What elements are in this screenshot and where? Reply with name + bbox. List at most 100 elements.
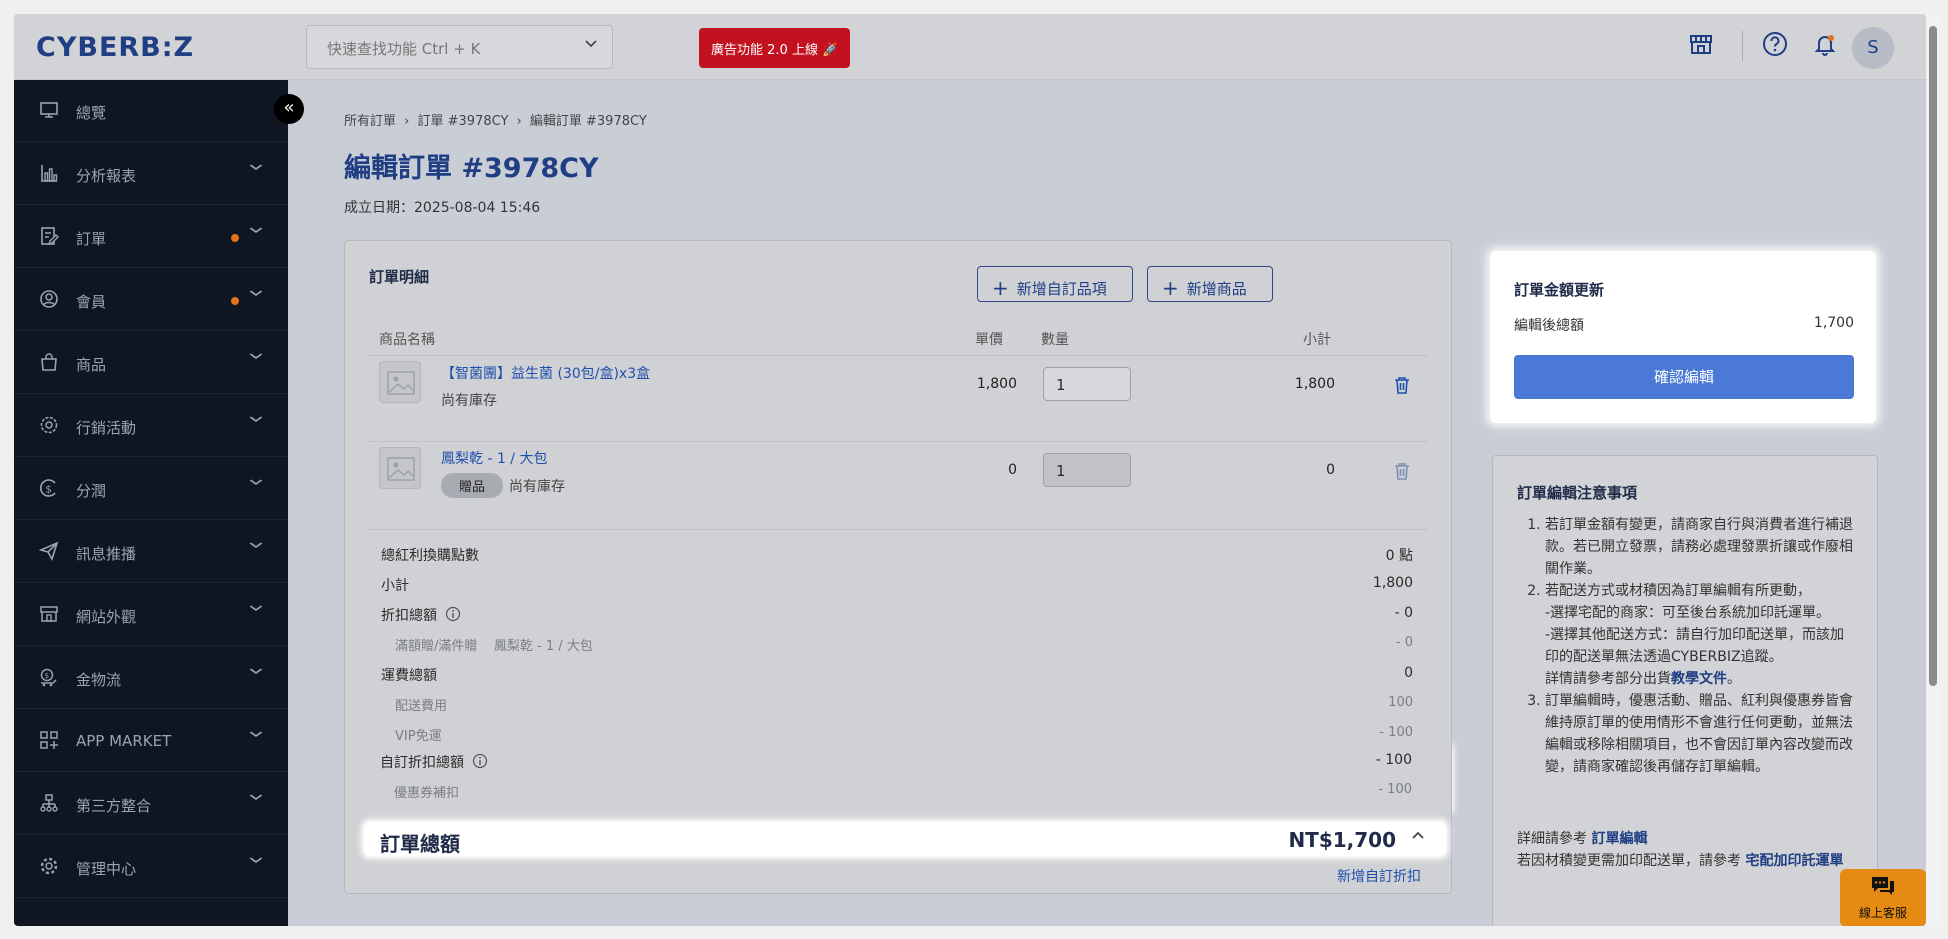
online-support-button[interactable]: 線上客服 <box>1840 869 1926 926</box>
breadcrumb-current: 編輯訂單 #3978CY <box>529 114 647 129</box>
search-placeholder: 快速查找功能 Ctrl + K <box>327 40 481 58</box>
quantity-input[interactable]: 1 <box>1043 367 1131 401</box>
trash-icon[interactable] <box>1393 375 1411 395</box>
add-custom-item-button[interactable]: + 新增自訂品項 <box>977 266 1133 302</box>
order-amount-update-card: 訂單金額更新 編輯後總額 1,700 確認編輯 <box>1490 251 1876 423</box>
add-custom-item-label: 新增自訂品項 <box>1016 280 1107 298</box>
bell-icon[interactable] <box>1808 30 1842 64</box>
custom-discount-label: 自訂折扣總額 <box>380 755 464 771</box>
add-product-label: 新增商品 <box>1186 280 1247 298</box>
product-thumbnail <box>379 361 421 403</box>
sidebar-item[interactable]: 行銷活動 <box>14 395 288 457</box>
sidebar-item[interactable]: $ 分潤 <box>14 458 288 520</box>
sidebar-item[interactable]: 分析報表 <box>14 143 288 205</box>
chevron-down-icon <box>248 791 265 807</box>
tutorial-doc-link[interactable]: 教學文件 <box>1671 671 1727 687</box>
top-bar: CYBERB:Z 快速查找功能 Ctrl + K 廣告功能 2.0 上線 🚀 S <box>14 14 1926 80</box>
help-icon[interactable] <box>1758 30 1792 64</box>
cyberbiz-logo[interactable]: CYBERB:Z <box>36 32 194 63</box>
note-text: -選擇宅配的商家：可至後台系統加印託運單。 <box>1545 605 1831 621</box>
order-total-bar[interactable]: 訂單總額 NT$1,700 <box>364 822 1446 856</box>
unit-price: 1,800 <box>976 376 1017 392</box>
note-text-row: 詳情請參考部分出貨教學文件。 <box>1545 668 1857 690</box>
settings-icon <box>38 856 60 878</box>
plus-icon: + <box>992 276 1009 300</box>
shopping-bag-icon <box>38 352 60 374</box>
subtotal-label: 小計 <box>381 578 409 594</box>
svg-text:$: $ <box>45 672 49 680</box>
order-edit-doc-link[interactable]: 訂單編輯 <box>1591 831 1647 847</box>
sidebar-item[interactable]: 訂單 <box>14 206 288 268</box>
sidebar-item-label: 網站外觀 <box>76 608 137 626</box>
breadcrumb-order[interactable]: 訂單 #3978CY <box>418 114 509 129</box>
sidebar-item[interactable]: 會員 <box>14 269 288 331</box>
discount-sub-value: - 0 <box>1395 635 1413 650</box>
line-subtotal: 0 <box>1326 462 1335 478</box>
subtotal-value: 1,800 <box>1372 575 1413 591</box>
chevron-up-icon[interactable] <box>1410 827 1426 848</box>
sidebar-item[interactable]: 第三方整合 <box>14 773 288 835</box>
sidebar-item[interactable]: 管理中心 <box>14 836 288 898</box>
col-header-subtotal: 小計 <box>1303 332 1331 348</box>
chevron-down-icon <box>248 287 265 303</box>
sidebar-item-label: 分潤 <box>76 482 107 500</box>
col-header-qty: 數量 <box>1041 332 1069 348</box>
sidebar-item[interactable]: $ 金物流 <box>14 647 288 709</box>
add-product-button[interactable]: + 新增商品 <box>1147 266 1273 302</box>
stock-status: 尚有庫存 <box>509 479 566 495</box>
unit-price: 0 <box>1008 462 1017 478</box>
plus-icon: + <box>1162 276 1179 300</box>
sidebar-item-label: 行銷活動 <box>76 419 137 437</box>
ad-feature-badge[interactable]: 廣告功能 2.0 上線 🚀 <box>699 28 851 68</box>
scrollbar[interactable] <box>1926 14 1940 926</box>
order-total-label: 訂單總額 <box>380 832 460 856</box>
info-icon[interactable] <box>445 606 461 622</box>
confirm-edit-button[interactable]: 確認編輯 <box>1514 355 1854 399</box>
sidebar-item[interactable]: 訊息推播 <box>14 521 288 583</box>
sidebar-item[interactable]: 商品 <box>14 332 288 394</box>
vip-value: - 100 <box>1379 725 1413 740</box>
sidebar-item-label: 第三方整合 <box>76 797 152 815</box>
ref-text: 詳細請參考 <box>1517 831 1592 847</box>
created-date: 成立日期：2025-08-04 15:46 <box>344 200 541 216</box>
chevron-down-icon <box>248 728 265 744</box>
edited-total-label: 編輯後總額 <box>1514 318 1584 334</box>
ref-text: 若因材積變更需加印配送單，請參考 <box>1517 853 1746 869</box>
chevron-down-icon <box>248 665 265 681</box>
sidebar-item-label: 總覽 <box>76 104 107 122</box>
note-text: 。 <box>1727 671 1741 687</box>
delivery-reprint-doc-link[interactable]: 宅配加印託運單 <box>1745 853 1843 869</box>
points-value: 0 點 <box>1385 548 1413 564</box>
quick-search-dropdown[interactable]: 快速查找功能 Ctrl + K <box>306 25 613 69</box>
sidebar-item[interactable]: 網站外觀 <box>14 584 288 646</box>
reference-links: 詳細請參考 訂單編輯 若因材積變更需加印配送單，請參考 宅配加印託運單 <box>1517 828 1857 872</box>
gift-tag: 贈品 <box>441 473 504 498</box>
collapse-sidebar-button[interactable]: « <box>274 94 304 124</box>
scrollbar-thumb[interactable] <box>1929 26 1937 686</box>
storefront-icon[interactable] <box>1684 30 1718 64</box>
notification-dot <box>231 297 239 305</box>
chevron-down-icon <box>248 224 265 240</box>
sidebar-item[interactable]: 總覽 <box>14 80 288 142</box>
product-name-link[interactable]: 【智菌團】益生菌 (30包/盒)x3盒 <box>441 363 650 383</box>
header-divider <box>1742 31 1743 61</box>
breadcrumb: 所有訂單 › 訂單 #3978CY › 編輯訂單 #3978CY <box>344 110 651 129</box>
stock-row: 贈品 尚有庫存 <box>441 473 565 498</box>
info-icon[interactable] <box>472 753 488 769</box>
note-item: 若配送方式或材積因為訂單編輯有所更動， -選擇宅配的商家：可至後台系統加印託運單… <box>1545 580 1857 690</box>
product-name-link[interactable]: 鳳梨乾 - 1 / 大包 <box>441 448 547 468</box>
send-icon <box>38 541 60 563</box>
discount-label: 折扣總額 <box>381 608 437 624</box>
shipping-label: 運費總額 <box>381 668 437 684</box>
ref-row: 詳細請參考 訂單編輯 <box>1517 828 1857 850</box>
user-avatar[interactable]: S <box>1852 27 1894 69</box>
ship-fee-value: 100 <box>1388 695 1413 710</box>
breadcrumb-all-orders[interactable]: 所有訂單 <box>344 114 396 129</box>
monitor-icon <box>38 100 60 122</box>
add-custom-discount-link[interactable]: 新增自訂折扣 <box>1337 866 1421 886</box>
shipping-value: 0 <box>1404 665 1413 681</box>
sidebar-item[interactable]: APP MARKET <box>14 710 288 772</box>
sidebar-item-label: 會員 <box>76 293 107 311</box>
sidebar: 總覽 分析報表 訂單 會員 商品 行銷活動 $ 分潤 訊息推播 網站外觀 $ 金物流 APP MARKE… <box>14 80 288 926</box>
chevron-down-icon <box>248 602 265 618</box>
